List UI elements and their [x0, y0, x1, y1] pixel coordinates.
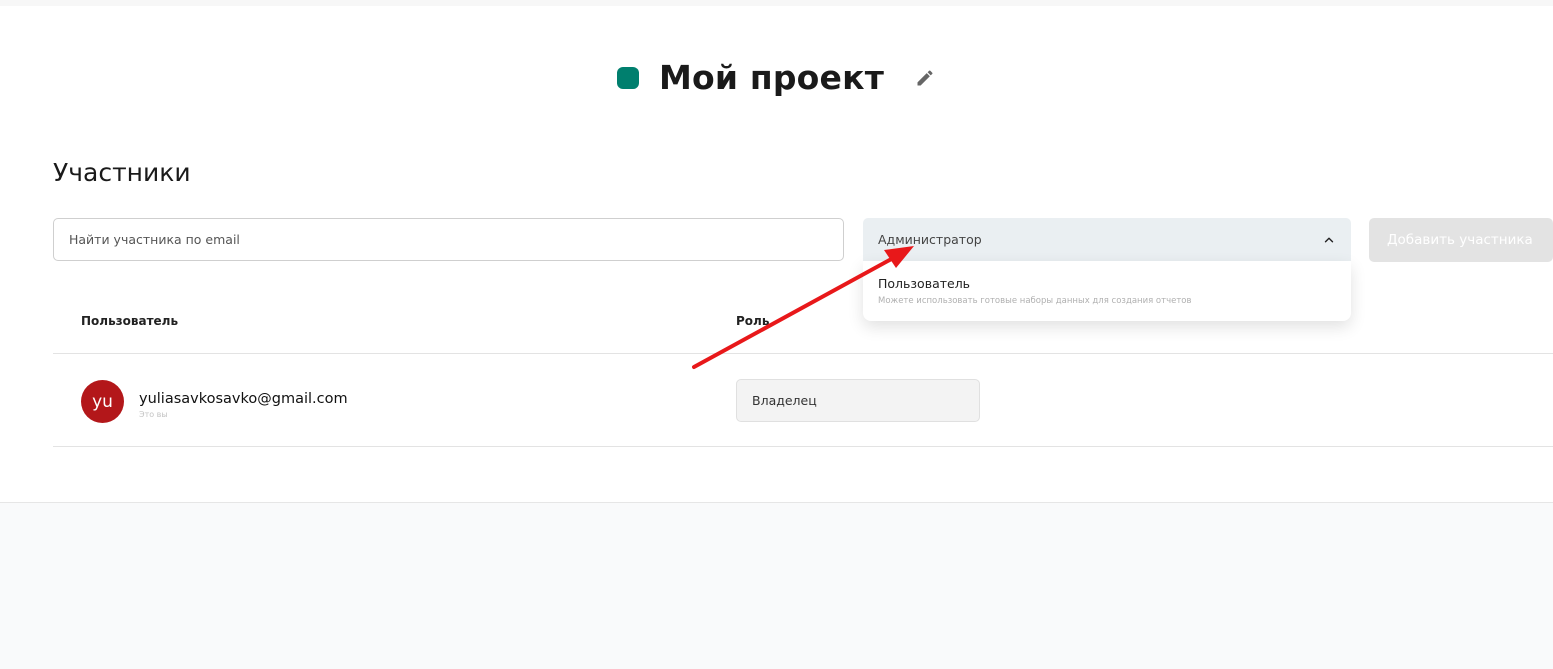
- member-search-input[interactable]: [53, 218, 844, 261]
- role-option-description: Можете использовать готовые наборы данны…: [878, 296, 1192, 306]
- pencil-icon: [917, 69, 933, 85]
- member-role-field: Владелец: [736, 379, 980, 422]
- column-header-role: Роль: [736, 314, 770, 328]
- main-content: Мой проект Участники Администратор Польз…: [0, 6, 1553, 503]
- chevron-up-icon: [1324, 237, 1334, 242]
- role-dropdown-menu: Пользователь Можете использовать готовые…: [863, 261, 1351, 321]
- role-option-user[interactable]: Пользователь Можете использовать готовые…: [863, 261, 1351, 306]
- members-section-title: Участники: [53, 158, 191, 187]
- column-header-user: Пользователь: [81, 314, 179, 328]
- project-color-dot: [616, 66, 639, 89]
- table-divider: [53, 353, 1553, 354]
- role-option-title: Пользователь: [878, 276, 971, 291]
- page-title: Мой проект: [658, 58, 885, 97]
- table-divider: [53, 446, 1553, 447]
- avatar: yu: [81, 380, 124, 423]
- add-member-button[interactable]: Добавить участника: [1369, 218, 1553, 262]
- page-footer-area: [0, 503, 1553, 669]
- member-note: Это вы: [139, 410, 168, 419]
- project-header: Мой проект: [0, 58, 1553, 97]
- role-select-value: Администратор: [878, 232, 982, 247]
- role-select[interactable]: Администратор: [863, 218, 1351, 261]
- member-email: yuliasavkosavko@gmail.com: [139, 391, 348, 407]
- edit-title-button[interactable]: [914, 67, 936, 89]
